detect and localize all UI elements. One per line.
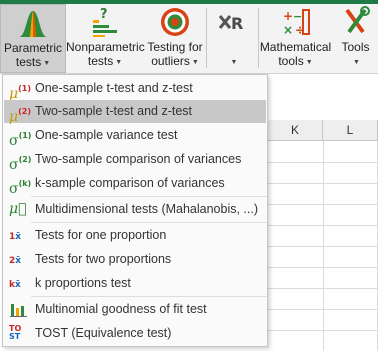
tost-icon: TO ST: [9, 324, 22, 341]
math-tools-icon: + − × ÷: [283, 9, 310, 37]
nonparametric-tests-button[interactable]: ? Nonparametric tests ▼: [66, 4, 145, 73]
column-header-k[interactable]: K: [268, 120, 323, 141]
tools-label-line1: Tools: [341, 40, 370, 54]
sigma2-icon: σ(2): [9, 155, 32, 173]
menu-item-two-sample-t-test[interactable]: μ(2) Two-sample t-test and z-test: [4, 100, 266, 125]
mu1-icon: μ(1): [9, 84, 31, 102]
menu-item-one-sample-variance[interactable]: σ(1) One-sample variance test: [4, 124, 266, 149]
grid-line: [268, 246, 378, 247]
grid-line: [268, 288, 378, 289]
menu-item-k-proportions[interactable]: kx̄ k proportions test: [4, 272, 266, 295]
ribbon: Parametric tests ▼ ? Nonparametric tests ▼…: [0, 0, 378, 74]
grid-line: [268, 225, 378, 226]
ribbon-separator: [206, 8, 207, 68]
menu-item-two-sample-variances[interactable]: σ(2) Two-sample comparison of variances: [4, 148, 266, 173]
parametric-tests-button[interactable]: Parametric tests ▼: [0, 4, 66, 73]
menu-item-two-proportions[interactable]: 2x̄ Tests for two proportions: [4, 248, 266, 271]
menu-item-tost[interactable]: TO ST TOST (Equivalence test): [4, 322, 266, 345]
sigma1-icon: σ(1): [9, 131, 32, 149]
grid-line: [268, 330, 378, 331]
menu-item-one-sample-t-test[interactable]: μ(1) One-sample t-test and z-test: [4, 77, 266, 102]
two-proportion-icon: 2x̄: [9, 256, 22, 266]
mathematical-tools-button[interactable]: + − × ÷ Mathematical tools ▼: [258, 4, 333, 73]
multinomial-icon: [10, 304, 27, 317]
svg-text:?: ?: [100, 7, 108, 22]
grid-line: [268, 267, 378, 268]
svg-text:×: ×: [283, 23, 293, 37]
mathematical-label-line1: Mathematical: [259, 40, 332, 54]
svg-text:+: +: [283, 9, 293, 23]
column-header-l[interactable]: L: [323, 120, 378, 141]
menu-item-multinomial-goodness-of-fit[interactable]: Multinomial goodness of fit test: [4, 298, 266, 321]
parametric-tests-menu: μ(1) One-sample t-test and z-test μ(2) T…: [2, 74, 268, 347]
outliers-label-line2: outliers ▼: [151, 54, 199, 68]
r-logo-icon: R: [218, 14, 243, 33]
tools-label-caret: ▼: [353, 59, 360, 66]
bell-curve-icon: [19, 11, 47, 37]
menu-separator: [31, 196, 267, 197]
one-proportion-icon: 1x̄: [9, 232, 22, 242]
wrench-screwdriver-icon: [344, 6, 370, 34]
k-proportion-icon: kx̄: [9, 280, 21, 290]
parametric-label-line1: Parametric: [3, 41, 62, 55]
grid-line: [268, 162, 378, 163]
nonparametric-label-line2: tests ▼: [87, 54, 123, 68]
target-icon: [161, 8, 189, 36]
menu-item-multidimensional-tests[interactable]: μ⃗ Multidimensional tests (Mahalanobis, …: [4, 198, 266, 221]
outliers-button[interactable]: Testing for outliers ▼: [144, 4, 206, 73]
parametric-label-line2: tests ▼: [15, 55, 51, 69]
outliers-label-line1: Testing for: [147, 40, 203, 54]
mu2-icon: μ(2): [9, 107, 31, 125]
menu-item-one-proportion[interactable]: 1x̄ Tests for one proportion: [4, 224, 266, 247]
mu-vector-icon: μ⃗: [9, 201, 27, 217]
nonparametric-icon: ?: [93, 7, 117, 37]
mathematical-label-line2: tools ▼: [278, 54, 313, 68]
grid-line: [268, 183, 378, 184]
r-connection-button[interactable]: R ▼: [208, 4, 258, 73]
nonparametric-label-line1: Nonparametric: [66, 40, 145, 54]
menu-separator: [31, 222, 267, 223]
menu-separator: [31, 296, 267, 297]
menu-item-k-sample-variances[interactable]: σ(k) k-sample comparison of variances: [4, 172, 266, 197]
grid-line: [268, 309, 378, 310]
svg-text:−: −: [293, 10, 302, 23]
r-connection-caret: ▼: [230, 59, 238, 66]
tools-button[interactable]: Tools ▼: [333, 4, 378, 73]
sigmak-icon: σ(k): [9, 179, 32, 197]
svg-text:R: R: [231, 14, 243, 33]
grid-line: [268, 204, 378, 205]
